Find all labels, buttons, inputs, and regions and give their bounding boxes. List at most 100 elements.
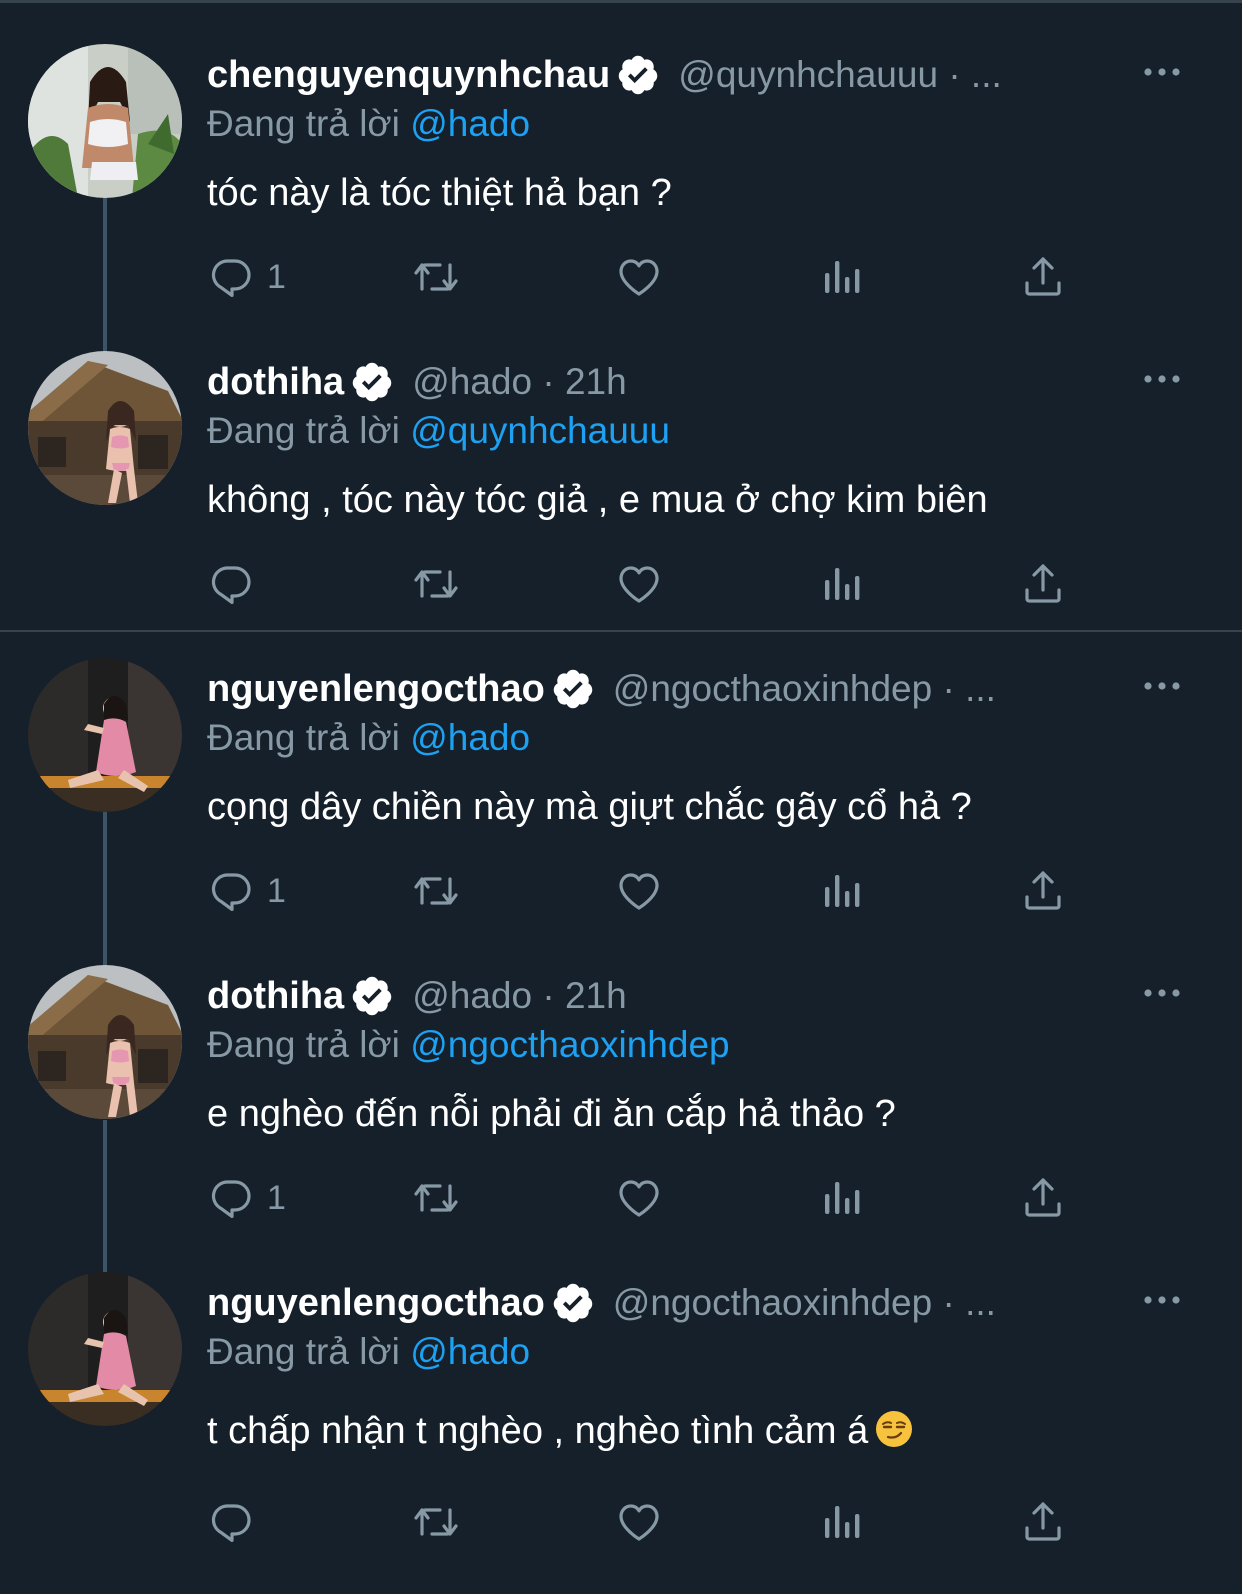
reply-icon: [207, 560, 255, 608]
tweet-actions: 1: [207, 865, 1087, 917]
retweet-button[interactable]: [412, 1172, 460, 1224]
reply-count: 1: [267, 871, 286, 910]
mention-link[interactable]: @hado: [410, 103, 530, 144]
display-name[interactable]: dothiha: [207, 361, 344, 404]
avatar[interactable]: [28, 1272, 182, 1426]
handle-meta[interactable]: @ngocthaoxinhdep · ...: [613, 668, 996, 710]
thread-connector: [103, 198, 107, 352]
more-options-icon[interactable]: [1142, 676, 1182, 696]
stats-icon: [818, 867, 866, 915]
tweet-text: không , tóc này tóc giả , e mua ở chợ ki…: [207, 479, 988, 521]
share-icon: [1019, 1174, 1067, 1222]
stats-icon: [818, 1498, 866, 1546]
reply-button[interactable]: 1: [207, 865, 286, 917]
like-button[interactable]: [615, 865, 663, 917]
retweet-button[interactable]: [412, 558, 460, 610]
reply-prefix: Đang trả lời: [207, 1331, 400, 1372]
avatar[interactable]: [28, 44, 182, 198]
reply-prefix: Đang trả lời: [207, 103, 400, 144]
more-options-icon[interactable]: [1142, 369, 1182, 389]
share-button[interactable]: [1019, 251, 1067, 303]
more-options-icon[interactable]: [1142, 62, 1182, 82]
reply-context: Đang trả lời @ngocthaoxinhdep: [207, 1021, 1182, 1069]
share-icon: [1019, 867, 1067, 915]
display-name[interactable]: nguyenlengocthao: [207, 1282, 545, 1325]
reply-count: 1: [267, 1178, 286, 1217]
verified-badge-icon: [551, 1281, 595, 1325]
share-button[interactable]: [1019, 1172, 1067, 1224]
reply-prefix: Đang trả lời: [207, 1024, 400, 1065]
share-icon: [1019, 1498, 1067, 1546]
reply-context: Đang trả lời @quynhchauuu: [207, 407, 1182, 455]
reply-icon: [207, 867, 255, 915]
display-name[interactable]: nguyenlengocthao: [207, 668, 545, 711]
reply-prefix: Đang trả lời: [207, 717, 400, 758]
analytics-button[interactable]: [818, 251, 866, 303]
avatar[interactable]: [28, 965, 182, 1119]
reply-button[interactable]: [207, 558, 267, 610]
tweet-actions: 1: [207, 251, 1087, 303]
tweet-actions: [207, 1496, 1087, 1548]
analytics-button[interactable]: [818, 558, 866, 610]
retweet-button[interactable]: [412, 865, 460, 917]
tweet-text: cọng dây chiền này mà giựt chắc gãy cổ h…: [207, 786, 972, 828]
display-name[interactable]: chenguyenquynhchau: [207, 54, 610, 97]
stats-icon: [818, 1174, 866, 1222]
retweet-icon: [412, 253, 460, 301]
like-button[interactable]: [615, 1172, 663, 1224]
mention-link[interactable]: @quynhchauuu: [410, 410, 670, 451]
reply-button[interactable]: 1: [207, 1172, 286, 1224]
retweet-icon: [412, 560, 460, 608]
tweet-text: tóc này là tóc thiệt hả bạn ?: [207, 172, 672, 214]
retweet-button[interactable]: [412, 251, 460, 303]
verified-badge-icon: [350, 360, 394, 404]
reply-prefix: Đang trả lời: [207, 410, 400, 451]
reply-button[interactable]: [207, 1496, 267, 1548]
analytics-button[interactable]: [818, 1172, 866, 1224]
reply-icon: [207, 1174, 255, 1222]
share-button[interactable]: [1019, 1496, 1067, 1548]
mention-link[interactable]: @hado: [410, 717, 530, 758]
more-options-icon[interactable]: [1142, 983, 1182, 1003]
handle-meta[interactable]: @ngocthaoxinhdep · ...: [613, 1282, 996, 1324]
analytics-button[interactable]: [818, 865, 866, 917]
retweet-button[interactable]: [412, 1496, 460, 1548]
top-divider: [0, 0, 1242, 3]
analytics-button[interactable]: [818, 1496, 866, 1548]
verified-badge-icon: [551, 667, 595, 711]
retweet-icon: [412, 1498, 460, 1546]
thread-connector: [103, 1120, 107, 1274]
like-button[interactable]: [615, 251, 663, 303]
handle-meta[interactable]: @hado · 21h: [412, 361, 626, 403]
display-name[interactable]: dothiha: [207, 975, 344, 1018]
tweet-actions: [207, 558, 1087, 610]
share-button[interactable]: [1019, 558, 1067, 610]
verified-badge-icon: [616, 53, 660, 97]
handle-meta[interactable]: @quynhchauuu · ...: [678, 54, 1001, 96]
reply-context: Đang trả lời @hado: [207, 100, 1182, 148]
mention-link[interactable]: @ngocthaoxinhdep: [410, 1024, 729, 1065]
verified-badge-icon: [350, 974, 394, 1018]
retweet-icon: [412, 1174, 460, 1222]
avatar[interactable]: [28, 658, 182, 812]
tweet-text: t chấp nhận t nghèo , nghèo tình cảm á: [207, 1410, 869, 1452]
handle-meta[interactable]: @hado · 21h: [412, 975, 626, 1017]
tweet-actions: 1: [207, 1172, 1087, 1224]
reply-button[interactable]: 1: [207, 251, 286, 303]
share-button[interactable]: [1019, 865, 1067, 917]
tweet-text: e nghèo đến nỗi phải đi ăn cắp hả thảo ?: [207, 1093, 896, 1135]
tweet-text-row: t chấp nhận t nghèo , nghèo tình cảm á: [207, 1406, 1182, 1456]
mention-link[interactable]: @hado: [410, 1331, 530, 1372]
like-button[interactable]: [615, 558, 663, 610]
heart-icon: [615, 560, 663, 608]
reply-context: Đang trả lời @hado: [207, 714, 1182, 762]
like-button[interactable]: [615, 1496, 663, 1548]
retweet-icon: [412, 867, 460, 915]
thread-connector: [103, 812, 107, 966]
reply-icon: [207, 1498, 255, 1546]
more-options-icon[interactable]: [1142, 1290, 1182, 1310]
share-icon: [1019, 560, 1067, 608]
heart-icon: [615, 1174, 663, 1222]
heart-icon: [615, 1498, 663, 1546]
avatar[interactable]: [28, 351, 182, 505]
